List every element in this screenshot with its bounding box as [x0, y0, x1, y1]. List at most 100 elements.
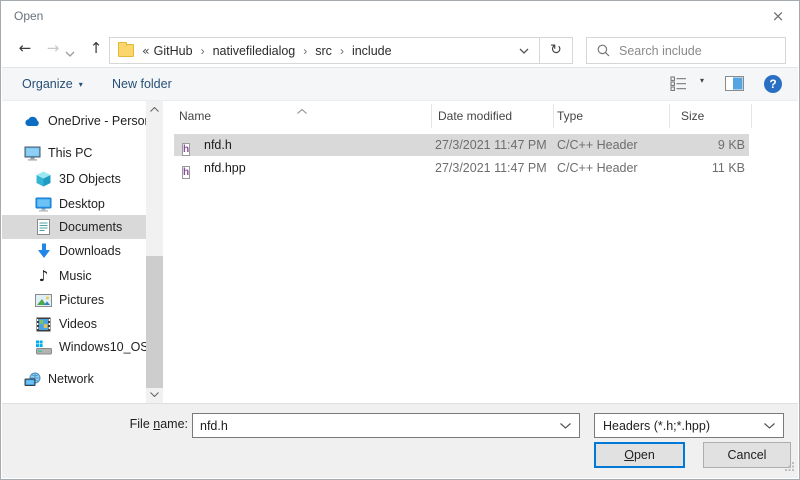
3d-cube-icon [35, 171, 52, 188]
resize-grip[interactable] [785, 460, 794, 474]
open-button[interactable]: Open [594, 442, 685, 468]
sidebar-item-desktop[interactable]: Desktop [2, 192, 147, 216]
sidebar-item-label: Network [48, 372, 94, 386]
sidebar-item-downloads[interactable]: Downloads [2, 239, 147, 263]
sidebar-item-documents[interactable]: Documents [2, 215, 147, 239]
sidebar-item-windows10-os[interactable]: Windows10_OS (C:) [2, 335, 147, 359]
picture-icon [35, 292, 52, 309]
file-list: Name Date modified Type Size h nfd.h 27/… [166, 101, 798, 403]
file-date-modified: 27/3/2021 11:47 PM [435, 157, 547, 179]
header-file-icon: h [182, 137, 190, 159]
file-name-input[interactable] [193, 419, 560, 433]
sidebar-item-videos[interactable]: Videos [2, 312, 147, 336]
file-size: 11 KB [661, 157, 745, 179]
sidebar-item-label: Videos [59, 317, 97, 331]
recent-locations-chevron-icon[interactable] [65, 46, 83, 60]
sort-ascending-icon [297, 103, 307, 117]
download-arrow-icon [35, 243, 52, 260]
music-note-icon: ♪ [35, 268, 52, 285]
scrollbar-thumb[interactable] [146, 256, 163, 388]
file-name-combobox[interactable] [192, 413, 580, 438]
command-toolbar: Organize ▾ New folder ▾ ? [2, 67, 798, 101]
file-row-nfd-h[interactable]: h nfd.h 27/3/2021 11:47 PM C/C++ Header … [174, 134, 749, 156]
sidebar-item-label: Desktop [59, 197, 105, 211]
scroll-down-icon[interactable] [146, 386, 163, 403]
cancel-button[interactable]: Cancel [703, 442, 791, 468]
new-folder-label: New folder [112, 77, 172, 91]
column-header-size[interactable]: Size [681, 103, 704, 129]
computer-icon [24, 145, 41, 162]
breadcrumb-item[interactable]: nativefiledialog [211, 44, 298, 58]
sidebar-item-this-pc[interactable]: This PC [2, 141, 147, 165]
help-icon[interactable]: ? [764, 75, 782, 93]
sidebar-item-label: OneDrive - Personal [48, 114, 147, 128]
film-icon [35, 316, 52, 333]
search-input[interactable] [619, 44, 785, 58]
breadcrumb: « GitHub › nativefiledialog › src › incl… [142, 43, 509, 58]
sidebar-item-music[interactable]: ♪ Music [2, 264, 147, 288]
sidebar-item-label: 3D Objects [59, 172, 121, 186]
sidebar-item-label: Music [59, 269, 92, 283]
file-type-dropdown[interactable]: Headers (*.h;*.hpp) [594, 413, 784, 438]
file-type: C/C++ Header [557, 134, 638, 156]
sidebar-item-onedrive[interactable]: OneDrive - Personal [2, 109, 147, 133]
sidebar-item-label: Documents [59, 220, 122, 234]
organize-button[interactable]: Organize ▾ [22, 68, 83, 100]
hard-drive-icon [35, 339, 52, 356]
breadcrumb-separator-icon: › [297, 44, 313, 58]
column-divider[interactable] [553, 104, 554, 128]
chevron-down-icon[interactable] [560, 423, 571, 429]
desktop-icon [35, 196, 52, 213]
file-name: nfd.hpp [204, 157, 246, 179]
forward-button: → [41, 31, 65, 67]
breadcrumb-item[interactable]: src [313, 44, 334, 58]
window-title: Open [14, 9, 43, 23]
sidebar-item-network[interactable]: Network [2, 367, 147, 391]
search-icon [597, 44, 610, 57]
address-bar[interactable]: « GitHub › nativefiledialog › src › incl… [109, 37, 573, 64]
onedrive-cloud-icon [24, 113, 41, 130]
organize-label: Organize [22, 77, 73, 91]
search-box[interactable] [586, 37, 786, 64]
new-folder-button[interactable]: New folder [112, 68, 172, 100]
column-header-type[interactable]: Type [557, 103, 583, 129]
details-view-icon[interactable] [670, 76, 688, 94]
refresh-icon[interactable]: ↻ [540, 38, 572, 63]
dialog-footer: File name: Headers (*.h;*.hpp) Open Canc… [2, 403, 798, 478]
network-icon [24, 371, 41, 388]
breadcrumb-item[interactable]: include [350, 44, 394, 58]
sidebar-item-3d-objects[interactable]: 3D Objects [2, 167, 147, 191]
sidebar-scrollbar[interactable] [146, 101, 163, 403]
sidebar-item-label: Downloads [59, 244, 121, 258]
navigation-bar: ← → ↑ « GitHub › nativefiledialog › src … [1, 31, 799, 67]
column-header-date-modified[interactable]: Date modified [438, 103, 512, 129]
navigation-pane: OneDrive - Personal This PC 3D Objects D… [2, 101, 166, 403]
open-file-dialog: Open × ← → ↑ « GitHub › nativefiledialog… [0, 0, 800, 480]
file-name: nfd.h [204, 134, 232, 156]
column-divider[interactable] [751, 104, 752, 128]
breadcrumb-item[interactable]: GitHub [152, 44, 195, 58]
header-file-icon: h [182, 160, 190, 182]
folder-icon [118, 44, 134, 57]
column-divider[interactable] [669, 104, 670, 128]
up-button[interactable]: ↑ [83, 31, 109, 67]
address-dropdown-chevron-icon[interactable] [509, 38, 539, 63]
back-button[interactable]: ← [11, 31, 39, 67]
chevron-down-icon: ▾ [79, 80, 83, 89]
sidebar-item-label: This PC [48, 146, 92, 160]
breadcrumb-separator-icon: › [195, 44, 211, 58]
scroll-up-icon[interactable] [146, 101, 163, 118]
preview-pane-icon[interactable] [725, 76, 744, 94]
column-divider[interactable] [431, 104, 432, 128]
file-type: C/C++ Header [557, 157, 638, 179]
column-header-name[interactable]: Name [179, 103, 211, 129]
sidebar-item-pictures[interactable]: Pictures [2, 288, 147, 312]
file-row-nfd-hpp[interactable]: h nfd.hpp 27/3/2021 11:47 PM C/C++ Heade… [174, 157, 749, 179]
chevron-down-icon[interactable] [764, 423, 775, 429]
title-bar: Open × [1, 1, 799, 31]
close-icon[interactable]: × [765, 5, 791, 27]
views-dropdown-chevron-icon[interactable]: ▾ [700, 76, 704, 85]
sidebar-item-label: Pictures [59, 293, 104, 307]
file-size: 9 KB [661, 134, 745, 156]
breadcrumb-overflow[interactable]: « [142, 43, 152, 58]
